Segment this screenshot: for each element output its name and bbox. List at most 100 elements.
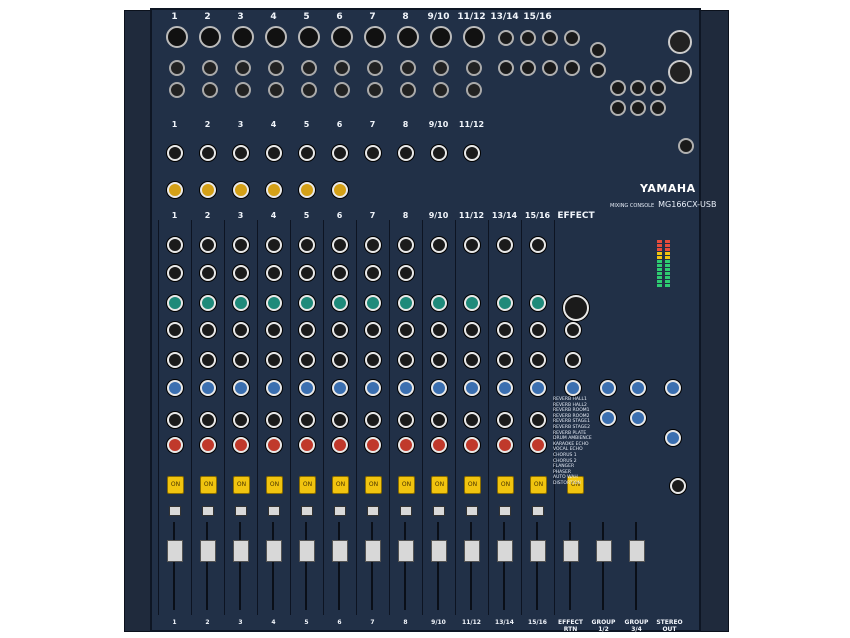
aux2-knob[interactable]	[167, 380, 183, 396]
aux2-knob[interactable]	[233, 380, 249, 396]
aux2-knob[interactable]	[398, 380, 414, 396]
pan-knob[interactable]	[365, 437, 381, 453]
pfl-button[interactable]	[334, 506, 346, 516]
jack-icon[interactable]	[678, 138, 694, 154]
comp-knob[interactable]	[266, 182, 282, 198]
line-jack-icon[interactable]	[367, 60, 383, 76]
insert-jack-icon[interactable]	[235, 82, 251, 98]
xlr-jack-icon[interactable]	[166, 26, 188, 48]
line-jack-icon[interactable]	[400, 60, 416, 76]
channel-on-button[interactable]: ON	[200, 476, 217, 494]
pfl-button[interactable]	[268, 506, 280, 516]
low-eq-knob[interactable]	[200, 322, 216, 338]
aux1-knob[interactable]	[332, 352, 348, 368]
pfl-button[interactable]	[301, 506, 313, 516]
mid-freq-knob[interactable]	[398, 265, 414, 281]
line-jack-icon[interactable]	[202, 60, 218, 76]
fader-knob[interactable]	[629, 540, 645, 562]
mid-freq-knob[interactable]	[332, 265, 348, 281]
effect-send-knob[interactable]	[233, 412, 249, 428]
jack-icon[interactable]	[498, 60, 514, 76]
mid-eq-knob[interactable]	[266, 295, 282, 311]
mid-freq-knob[interactable]	[365, 265, 381, 281]
jack-icon[interactable]	[520, 30, 536, 46]
return-send-knob[interactable]	[665, 380, 681, 396]
jack-icon[interactable]	[650, 100, 666, 116]
channel-on-button[interactable]: ON	[464, 476, 481, 494]
effect-send-knob[interactable]	[431, 412, 447, 428]
mid-eq-knob[interactable]	[233, 295, 249, 311]
line-jack-icon[interactable]	[235, 60, 251, 76]
pan-knob[interactable]	[431, 437, 447, 453]
aux2-knob[interactable]	[497, 380, 513, 396]
aux2-knob[interactable]	[266, 380, 282, 396]
low-eq-knob[interactable]	[431, 322, 447, 338]
aux2-knob[interactable]	[431, 380, 447, 396]
fader-knob[interactable]	[563, 540, 579, 562]
low-eq-knob[interactable]	[530, 322, 546, 338]
high-eq-knob[interactable]	[530, 237, 546, 253]
gain-knob[interactable]	[167, 145, 183, 161]
mid-eq-knob[interactable]	[365, 295, 381, 311]
jack-icon[interactable]	[498, 30, 514, 46]
xlr-jack-icon[interactable]	[331, 26, 353, 48]
aux1-knob[interactable]	[233, 352, 249, 368]
low-eq-knob[interactable]	[365, 322, 381, 338]
mid-eq-knob[interactable]	[200, 295, 216, 311]
aux1-knob[interactable]	[464, 352, 480, 368]
low-eq-knob[interactable]	[266, 322, 282, 338]
aux1-knob[interactable]	[266, 352, 282, 368]
fader-knob[interactable]	[365, 540, 381, 562]
line-jack-icon[interactable]	[334, 60, 350, 76]
mid-eq-knob[interactable]	[464, 295, 480, 311]
effect-aux2-knob[interactable]	[565, 380, 581, 396]
fader-knob[interactable]	[497, 540, 513, 562]
jack-icon[interactable]	[542, 60, 558, 76]
aux2-knob[interactable]	[200, 380, 216, 396]
aux1-knob[interactable]	[431, 352, 447, 368]
pan-knob[interactable]	[398, 437, 414, 453]
mid-freq-knob[interactable]	[233, 265, 249, 281]
channel-on-button[interactable]: ON	[299, 476, 316, 494]
fader-knob[interactable]	[431, 540, 447, 562]
pfl-button[interactable]	[235, 506, 247, 516]
gain-knob[interactable]	[398, 145, 414, 161]
high-eq-knob[interactable]	[266, 237, 282, 253]
insert-jack-icon[interactable]	[169, 82, 185, 98]
channel-on-button[interactable]: ON	[167, 476, 184, 494]
gain-knob[interactable]	[233, 145, 249, 161]
mid-eq-knob[interactable]	[299, 295, 315, 311]
pfl-button[interactable]	[532, 506, 544, 516]
pfl-button[interactable]	[367, 506, 379, 516]
effect-send-knob[interactable]	[497, 412, 513, 428]
mid-freq-knob[interactable]	[200, 265, 216, 281]
parameter-knob[interactable]	[565, 322, 581, 338]
pan-knob[interactable]	[200, 437, 216, 453]
insert-jack-icon[interactable]	[202, 82, 218, 98]
fader-knob[interactable]	[200, 540, 216, 562]
pan-knob[interactable]	[497, 437, 513, 453]
aux1-knob[interactable]	[365, 352, 381, 368]
high-eq-knob[interactable]	[497, 237, 513, 253]
line-jack-icon[interactable]	[268, 60, 284, 76]
mid-eq-knob[interactable]	[398, 295, 414, 311]
high-eq-knob[interactable]	[167, 237, 183, 253]
effect-program-knob[interactable]	[563, 295, 589, 321]
aux1-knob[interactable]	[497, 352, 513, 368]
line-jack-icon[interactable]	[169, 60, 185, 76]
return-send-knob[interactable]	[630, 380, 646, 396]
channel-on-button[interactable]: ON	[266, 476, 283, 494]
effect-send-knob[interactable]	[299, 412, 315, 428]
mid-eq-knob[interactable]	[332, 295, 348, 311]
effect-send-knob[interactable]	[398, 412, 414, 428]
xlr-jack-icon[interactable]	[199, 26, 221, 48]
jack-icon[interactable]	[590, 42, 606, 58]
gain-knob[interactable]	[464, 145, 480, 161]
pfl-button[interactable]	[400, 506, 412, 516]
jack-icon[interactable]	[564, 60, 580, 76]
jack-icon[interactable]	[610, 100, 626, 116]
fader-knob[interactable]	[266, 540, 282, 562]
mid-eq-knob[interactable]	[431, 295, 447, 311]
pan-knob[interactable]	[299, 437, 315, 453]
xlr-jack-icon[interactable]	[364, 26, 386, 48]
